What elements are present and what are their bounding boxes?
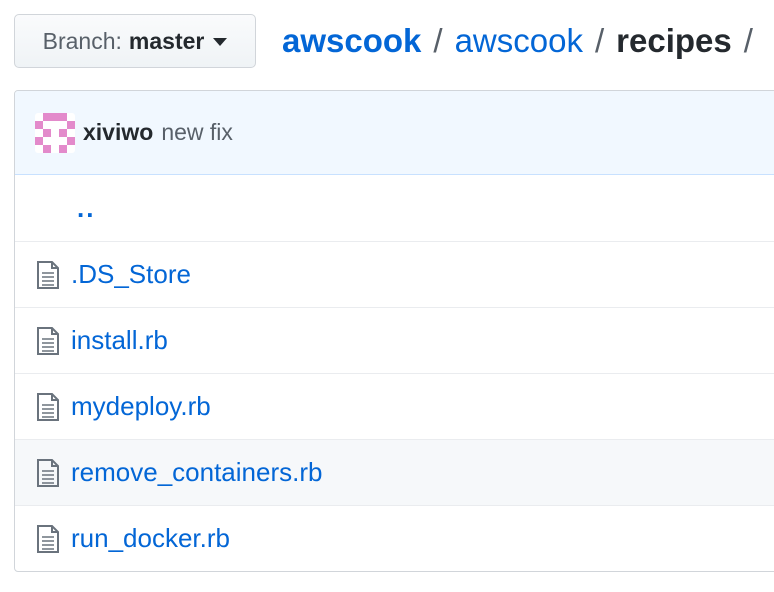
commit-message-link[interactable]: new fix — [161, 119, 233, 146]
breadcrumb-current-folder: recipes — [616, 22, 732, 59]
caret-down-icon — [213, 38, 228, 46]
branch-prefix-label: Branch: — [42, 27, 122, 54]
commit-author-link[interactable]: xiviwo — [83, 119, 153, 146]
file-link[interactable]: install.rb — [71, 325, 168, 356]
file-row[interactable]: install.rb — [15, 307, 774, 373]
file-link[interactable]: mydeploy.rb — [71, 391, 211, 422]
file-row[interactable]: mydeploy.rb — [15, 373, 774, 439]
breadcrumb-separator: / — [594, 22, 605, 59]
file-row[interactable]: remove_containers.rb — [15, 439, 774, 505]
breadcrumb-folder-link[interactable]: awscook — [455, 18, 583, 64]
avatar[interactable] — [35, 112, 75, 153]
breadcrumb-separator: / — [743, 22, 753, 59]
file-icon — [37, 326, 59, 355]
file-row[interactable]: run_docker.rb — [15, 505, 774, 571]
branch-name: master — [128, 27, 205, 54]
parent-directory-row[interactable]: .. — [15, 175, 774, 241]
file-icon — [37, 392, 59, 421]
breadcrumb: awscook / awscook / recipes / — [282, 18, 765, 64]
file-icon — [37, 524, 59, 553]
file-row[interactable]: .DS_Store — [15, 241, 774, 307]
file-link[interactable]: .DS_Store — [71, 259, 191, 290]
file-list-box: xiviwo new fix .. .DS_Store install.rb m… — [14, 90, 774, 572]
branch-select-button[interactable]: Branch: master — [14, 14, 256, 68]
latest-commit-bar: xiviwo new fix — [15, 91, 774, 175]
file-link[interactable]: remove_containers.rb — [71, 457, 322, 488]
breadcrumb-repo-link[interactable]: awscook — [282, 18, 421, 64]
repo-header: Branch: master awscook / awscook / recip… — [0, 0, 774, 90]
file-icon — [37, 458, 59, 487]
file-icon — [37, 260, 59, 289]
file-link[interactable]: run_docker.rb — [71, 523, 230, 554]
breadcrumb-separator: / — [433, 22, 443, 59]
parent-directory-link[interactable]: .. — [77, 193, 95, 224]
